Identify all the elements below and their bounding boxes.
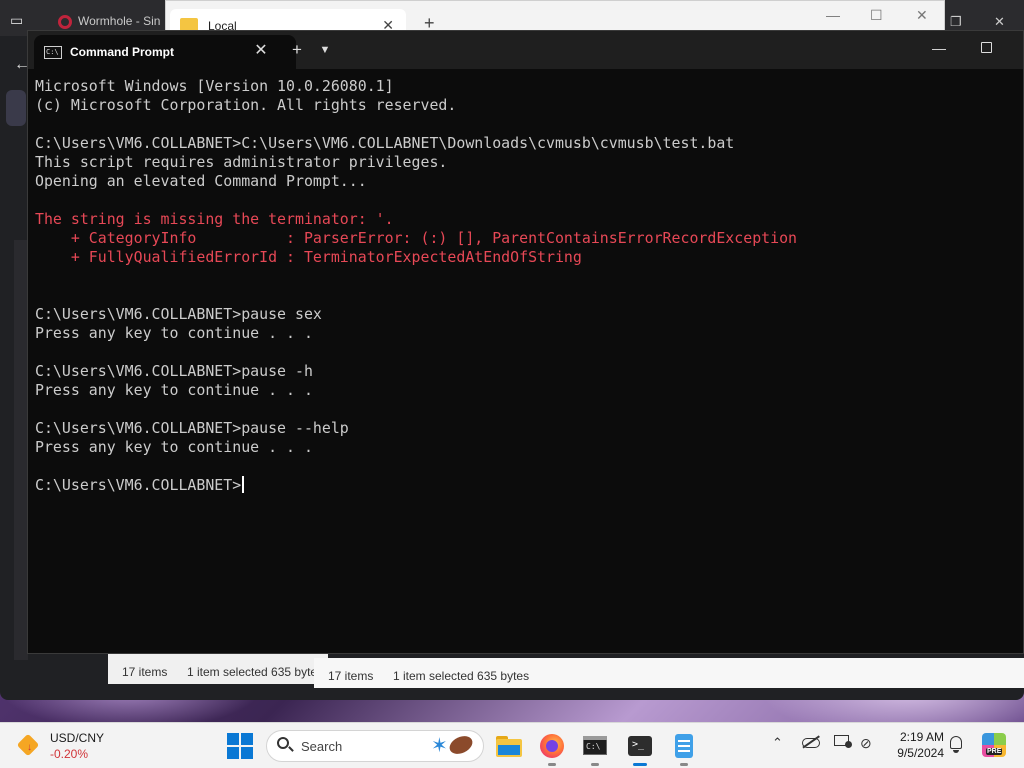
output-line: Microsoft Windows [Version 10.0.26080.1] <box>35 77 394 95</box>
opera-icon <box>58 15 72 29</box>
selection-info: 1 item selected 635 bytes <box>393 669 530 683</box>
notepad-icon[interactable] <box>669 731 699 766</box>
sidebar-item[interactable] <box>6 90 26 126</box>
error-line: The string is missing the terminator: '. <box>35 210 394 228</box>
stock-down-icon: ↓ <box>16 733 42 759</box>
sidebar-strip <box>14 240 28 660</box>
taskbar: ↓ USD/CNY -0.20% Search ✶ C:\ >_ ⌃ ⊘ 2:1… <box>0 722 1024 768</box>
notification-bell-icon[interactable] <box>948 736 964 754</box>
clock-time: 2:19 AM <box>899 730 944 744</box>
output-line: C:\Users\VM6.COLLABNET>pause sex <box>35 305 322 323</box>
chevron-up-icon[interactable]: ⌃ <box>772 735 783 751</box>
clock[interactable]: 2:19 AM 9/5/2024 <box>884 729 944 761</box>
file-explorer-icon[interactable] <box>494 731 524 761</box>
output-line: C:\Users\VM6.COLLABNET>pause -h <box>35 362 313 380</box>
search-box[interactable]: Search ✶ <box>266 730 484 762</box>
minimize-icon[interactable]: — <box>826 7 840 23</box>
explorer-status-bar: 17 items 1 item selected 635 byte <box>108 654 328 684</box>
prompt-line[interactable]: C:\Users\VM6.COLLABNET> <box>35 476 1015 495</box>
tab-list-icon[interactable]: ▭ <box>10 12 23 29</box>
close-icon[interactable]: ✕ <box>994 14 1005 30</box>
display-icon[interactable] <box>834 735 852 749</box>
search-icon <box>277 737 294 753</box>
search-label: Search <box>301 739 343 754</box>
stock-symbol: USD/CNY <box>50 731 105 745</box>
close-icon[interactable]: ✕ <box>916 7 928 24</box>
text-cursor <box>242 476 245 493</box>
error-line: + FullyQualifiedErrorId : TerminatorExpe… <box>35 248 582 266</box>
terminal-title-bar[interactable]: C:\ Command Prompt ✕ + ▼ — <box>28 31 1023 69</box>
output-line: Press any key to continue . . . <box>35 324 313 342</box>
minimize-icon[interactable]: — <box>926 37 952 59</box>
maximize-icon[interactable] <box>974 37 1000 59</box>
windows-logo-icon <box>227 733 239 745</box>
item-count: 17 items <box>328 669 374 683</box>
maximize-icon[interactable]: ☐ <box>870 7 883 24</box>
browser-tab-label: Wormhole - Sin <box>78 14 161 28</box>
terminal-window[interactable]: C:\ Command Prompt ✕ + ▼ — Microsoft Win… <box>27 30 1024 654</box>
item-count: 17 items <box>122 665 168 679</box>
selection-info: 1 item selected 635 byte <box>187 665 318 679</box>
network-icon[interactable]: ⊘ <box>860 735 872 752</box>
tab-title: Command Prompt <box>70 45 175 59</box>
onedrive-offline-icon[interactable] <box>802 735 820 749</box>
output-line: Opening an elevated Command Prompt... <box>35 172 367 190</box>
chevron-down-icon[interactable]: ▼ <box>314 39 336 61</box>
terminal-output[interactable]: Microsoft Windows [Version 10.0.26080.1]… <box>35 77 1015 647</box>
search-highlight-icon: ✶ <box>431 732 479 759</box>
stock-change: -0.20% <box>50 747 89 761</box>
firefox-icon[interactable] <box>537 731 567 766</box>
output-line: Press any key to continue . . . <box>35 438 313 456</box>
explorer-status-bar: 17 items 1 item selected 635 bytes <box>314 658 1024 688</box>
output-line: C:\Users\VM6.COLLABNET>C:\Users\VM6.COLL… <box>35 134 735 152</box>
output-line: C:\Users\VM6.COLLABNET>pause --help <box>35 419 349 437</box>
copilot-icon[interactable]: PRE <box>982 733 1006 757</box>
tab-command-prompt[interactable]: C:\ Command Prompt ✕ <box>34 35 296 69</box>
output-line: (c) Microsoft Corporation. All rights re… <box>35 96 457 114</box>
error-line: + CategoryInfo : ParserError: (:) [], Pa… <box>35 229 798 247</box>
command-prompt-icon: C:\ <box>44 46 62 59</box>
new-tab-icon[interactable]: + <box>286 39 308 61</box>
restore-icon[interactable]: ❐ <box>950 14 962 30</box>
clock-date: 9/5/2024 <box>897 746 944 760</box>
command-prompt-icon[interactable]: C:\ <box>580 731 610 766</box>
start-button[interactable] <box>226 732 254 760</box>
prompt-text: C:\Users\VM6.COLLABNET> <box>35 476 242 494</box>
close-tab-icon[interactable]: ✕ <box>250 40 272 62</box>
output-line: Press any key to continue . . . <box>35 381 313 399</box>
terminal-icon[interactable]: >_ <box>625 731 655 766</box>
output-line: This script requires administrator privi… <box>35 153 448 171</box>
stock-widget[interactable]: ↓ USD/CNY -0.20% <box>16 729 126 763</box>
